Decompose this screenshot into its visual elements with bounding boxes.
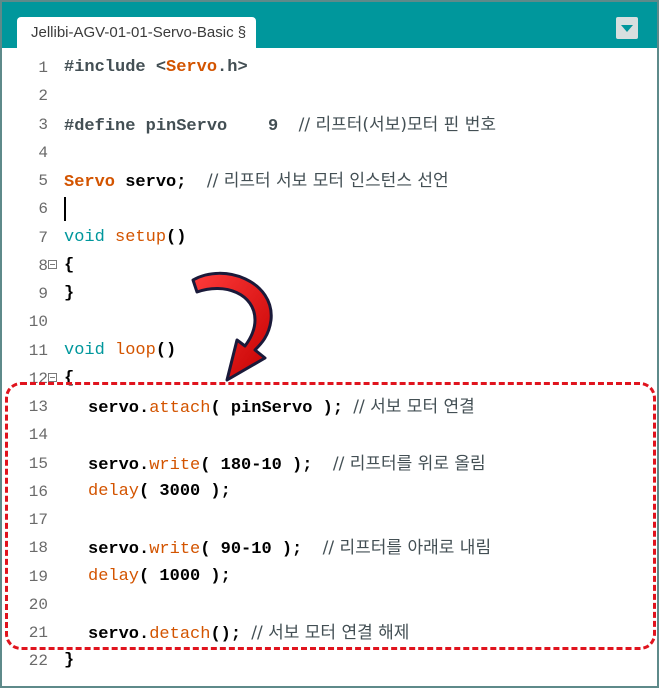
tab-bar: Jellibi-AGV-01-01-Servo-Basic § bbox=[2, 2, 657, 48]
code-token: #include < bbox=[64, 58, 167, 77]
text-caret bbox=[64, 197, 66, 222]
code-line[interactable]: 5 Servo servo; // 리프터 서보 모터 인스턴스 선언 bbox=[2, 167, 657, 195]
code-text: void setup() bbox=[64, 224, 186, 252]
code-line[interactable]: 3 #define pinServo 9 // 리프터(서보)모터 핀 번호 bbox=[2, 111, 657, 139]
code-comment: // 리프터(서보)모터 핀 번호 bbox=[298, 114, 496, 135]
code-text: { bbox=[64, 252, 74, 280]
line-number: 1 bbox=[38, 59, 48, 77]
line-number: 11 bbox=[28, 341, 48, 360]
code-token: loop bbox=[115, 340, 156, 360]
line-number: 4 bbox=[38, 143, 48, 162]
code-token: #define pinServo 9 bbox=[64, 116, 299, 136]
code-line[interactable]: 11 void loop() bbox=[2, 337, 657, 365]
line-number: 8 bbox=[38, 256, 48, 275]
code-token: void bbox=[64, 227, 105, 247]
code-token: () bbox=[155, 340, 177, 360]
code-token: } bbox=[64, 651, 75, 671]
code-line[interactable]: 2 bbox=[2, 82, 657, 110]
code-token: setup bbox=[115, 227, 167, 247]
line-number: 10 bbox=[28, 313, 48, 332]
code-token: Servo bbox=[64, 173, 116, 192]
fold-toggle-icon[interactable] bbox=[48, 259, 57, 269]
code-token: Servo bbox=[166, 58, 218, 77]
chevron-down-icon bbox=[621, 25, 633, 32]
code-text: } bbox=[64, 647, 74, 675]
line-number: 3 bbox=[38, 115, 48, 134]
line-number: 6 bbox=[38, 200, 48, 219]
line-number: 9 bbox=[38, 285, 48, 303]
code-line[interactable]: 1 #include <Servo.h> bbox=[2, 54, 657, 82]
highlight-box bbox=[5, 382, 656, 650]
code-token: { bbox=[64, 255, 75, 275]
code-line[interactable]: 7 void setup() bbox=[2, 224, 657, 252]
line-number: 22 bbox=[28, 652, 48, 671]
code-text: #include <Servo.h> bbox=[64, 54, 248, 82]
line-number: 7 bbox=[38, 228, 48, 247]
code-line[interactable]: 6 bbox=[2, 195, 657, 223]
code-token: void bbox=[64, 340, 105, 360]
tab-sketch[interactable]: Jellibi-AGV-01-01-Servo-Basic § bbox=[17, 17, 257, 48]
code-line[interactable]: 8{ bbox=[2, 252, 657, 280]
code-token: () bbox=[166, 227, 187, 247]
line-number: 2 bbox=[38, 87, 48, 106]
tab-title: Jellibi-AGV-01-01-Servo-Basic § bbox=[31, 24, 247, 41]
fold-toggle-icon[interactable] bbox=[48, 372, 57, 382]
code-line[interactable]: 10 bbox=[2, 308, 657, 336]
tab-menu-button[interactable] bbox=[616, 17, 638, 39]
code-line[interactable]: 4 bbox=[2, 139, 657, 167]
code-line[interactable]: 22} bbox=[2, 647, 657, 675]
code-token: .h> bbox=[217, 58, 248, 77]
code-token: servo; bbox=[115, 173, 207, 192]
code-text: #define pinServo 9 // 리프터(서보)모터 핀 번호 bbox=[64, 111, 496, 141]
code-line[interactable]: 9} bbox=[2, 280, 657, 308]
code-comment: // 리프터 서보 모터 인스턴스 선언 bbox=[206, 171, 449, 191]
code-text: void loop() bbox=[64, 337, 176, 365]
line-number: 5 bbox=[38, 172, 48, 190]
code-text: } bbox=[64, 280, 74, 308]
code-token: } bbox=[64, 284, 75, 303]
code-text: Servo servo; // 리프터 서보 모터 인스턴스 선언 bbox=[64, 167, 449, 197]
curved-arrow-icon bbox=[191, 271, 273, 382]
